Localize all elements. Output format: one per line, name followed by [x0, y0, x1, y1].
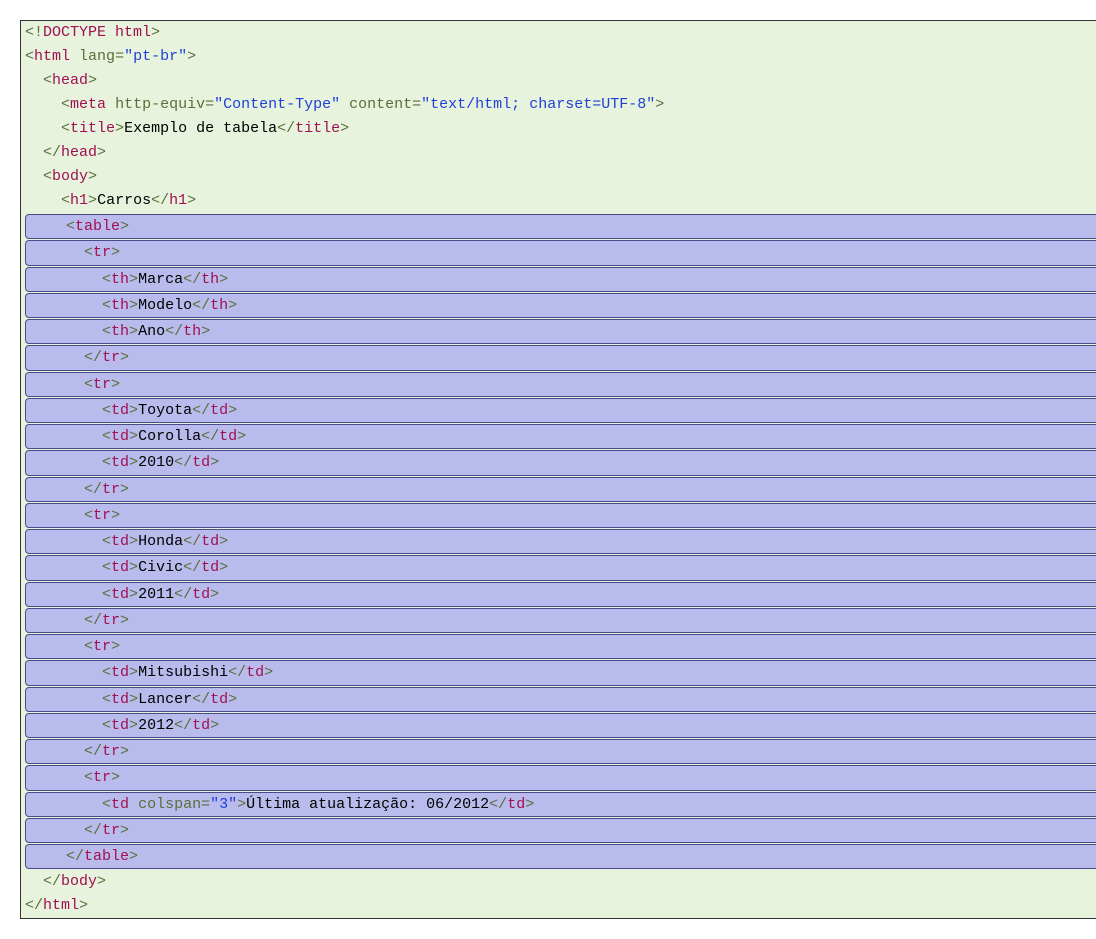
line-th: <th>Ano</th>: [25, 319, 1096, 344]
line-td: <td>Lancer</td>: [25, 687, 1096, 712]
line-td: <td>Honda</td>: [25, 529, 1096, 554]
line-html-open: <html lang="pt-br">: [21, 45, 1096, 69]
line-body-open: <body>: [21, 165, 1096, 189]
line-td: <td>Toyota</td>: [25, 398, 1096, 423]
line-td: <td>2011</td>: [25, 582, 1096, 607]
line-td-colspan: <td colspan="3">Última atualização: 06/2…: [25, 792, 1096, 817]
line-td: <td>2010</td>: [25, 450, 1096, 475]
line-head-close: </head>: [21, 141, 1096, 165]
line-td: <td>Mitsubishi</td>: [25, 660, 1096, 685]
line-head-open: <head>: [21, 69, 1096, 93]
line-doctype: <!DOCTYPE html>: [21, 21, 1096, 45]
line-td: <td>Corolla</td>: [25, 424, 1096, 449]
line-tr-open: <tr>: [25, 634, 1096, 659]
line-tr-open: <tr>: [25, 372, 1096, 397]
line-td: <td>2012</td>: [25, 713, 1096, 738]
line-body-close: </body>: [21, 870, 1096, 894]
code-block: <!DOCTYPE html> <html lang="pt-br"> <hea…: [20, 20, 1096, 919]
line-th: <th>Modelo</th>: [25, 293, 1096, 318]
line-tr-open: <tr>: [25, 240, 1096, 265]
line-html-close: </html>: [21, 894, 1096, 918]
line-tr-close: </tr>: [25, 477, 1096, 502]
line-table-open: <table>: [25, 214, 1096, 239]
line-tr-close: </tr>: [25, 818, 1096, 843]
line-title: <title>Exemplo de tabela</title>: [21, 117, 1096, 141]
line-tr-close: </tr>: [25, 739, 1096, 764]
line-th: <th>Marca</th>: [25, 267, 1096, 292]
line-tr-close: </tr>: [25, 608, 1096, 633]
line-tr-open: <tr>: [25, 503, 1096, 528]
line-table-close: </table>: [25, 844, 1096, 869]
line-meta: <meta http-equiv="Content-Type" content=…: [21, 93, 1096, 117]
line-h1: <h1>Carros</h1>: [21, 189, 1096, 213]
line-tr-close: </tr>: [25, 345, 1096, 370]
line-tr-open: <tr>: [25, 765, 1096, 790]
line-td: <td>Civic</td>: [25, 555, 1096, 580]
